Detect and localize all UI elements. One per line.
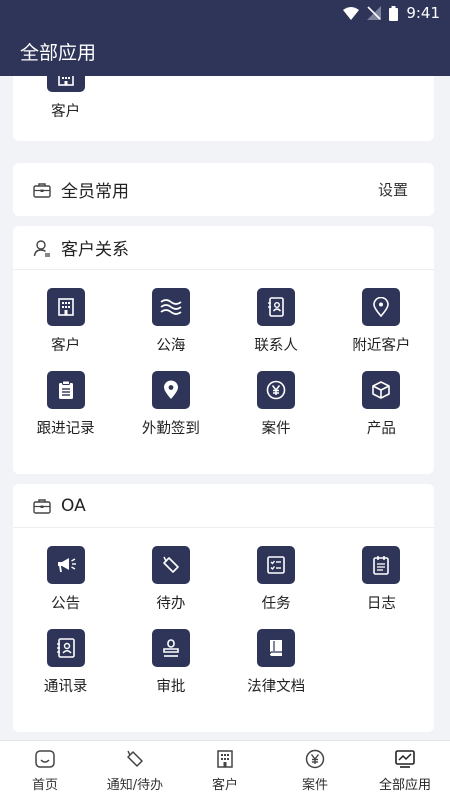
megaphone-icon [46, 546, 85, 584]
book-icon [257, 629, 296, 667]
app-item-follow-up-records[interactable]: 跟进记录 [13, 371, 118, 438]
customer-relations-card: 客户关系 客户 公海 联系人 附近客户 跟进记录 外勤签到 案件 产品 [13, 226, 434, 474]
tab-cases[interactable]: 案件 [270, 741, 360, 800]
yen-coin-icon [257, 371, 296, 409]
checklist-icon [257, 546, 296, 584]
wifi-icon [343, 6, 360, 20]
no-signal-icon [367, 6, 382, 20]
tag-icon [127, 750, 143, 767]
app-item-label: 联系人 [254, 338, 298, 354]
app-item-field-check-in[interactable]: 外勤签到 [118, 371, 223, 438]
app-item-products[interactable]: 产品 [329, 371, 434, 438]
yen-coin-icon [305, 749, 325, 768]
app-bar: 全部应用 [0, 26, 450, 76]
app-item-label: 待办 [156, 596, 186, 612]
tab-customers[interactable]: 客户 [180, 741, 270, 800]
tab-label: 全部应用 [378, 777, 431, 793]
location-pin-icon [362, 288, 401, 326]
location-pin-icon [151, 371, 190, 409]
oa-card: OA 公告 待办 任务 日志 通讯录 审批 法律文档 [13, 484, 434, 732]
app-item-label: 公告 [51, 596, 81, 612]
app-item-label: 法律文档 [247, 679, 306, 695]
building-icon [46, 288, 85, 326]
app-item-label: 客户 [51, 104, 81, 120]
battery-icon [389, 5, 399, 21]
app-item-public-sea[interactable]: 公海 [118, 288, 223, 355]
partial-card: 客户 [13, 76, 434, 141]
common-apps-card: 全员常用 设置 [13, 163, 434, 216]
app-item-announcements[interactable]: 公告 [13, 546, 118, 613]
app-item-label: 公海 [156, 338, 186, 354]
briefcase-icon [33, 497, 51, 515]
waves-icon [151, 288, 190, 326]
app-item-label: 附近客户 [352, 338, 411, 354]
app-item-label: 产品 [366, 421, 396, 437]
app-item-approval[interactable]: 审批 [118, 629, 223, 696]
app-item-label: 客户 [51, 338, 81, 354]
box-icon [362, 371, 401, 409]
customer-relations-header: 客户关系 [13, 226, 434, 270]
app-item-contacts[interactable]: 联系人 [224, 288, 329, 355]
section-title: 客户关系 [61, 240, 129, 260]
app-item-label: 跟进记录 [36, 421, 95, 437]
section-title: 全员常用 [61, 182, 129, 202]
section-title: OA [61, 495, 86, 516]
app-item-logs[interactable]: 日志 [329, 546, 434, 613]
building-icon [217, 749, 233, 768]
home-icon [35, 749, 55, 768]
status-bar: 9:41 [0, 0, 450, 26]
tab-label: 案件 [301, 777, 328, 793]
app-item-legal-documents[interactable]: 法律文档 [224, 629, 329, 696]
tag-icon [151, 546, 190, 584]
app-item-label: 任务 [261, 596, 291, 612]
app-item-todo[interactable]: 待办 [118, 546, 223, 613]
clipboard-icon [46, 371, 85, 409]
app-item-customer[interactable]: 客户 [13, 288, 118, 355]
tab-notifications-todo[interactable]: 通知/待办 [90, 741, 180, 800]
apps-monitor-icon [395, 749, 415, 768]
app-item-label: 外勤签到 [141, 421, 200, 437]
app-item-cases[interactable]: 案件 [224, 371, 329, 438]
contact-card-icon [46, 629, 85, 667]
oa-header: OA [13, 484, 434, 528]
building-icon [46, 76, 85, 92]
common-apps-header: 全员常用 设置 [13, 163, 434, 216]
tab-label: 通知/待办 [106, 777, 164, 793]
app-item-customer-top[interactable]: 客户 [13, 76, 118, 121]
app-item-address-book[interactable]: 通讯录 [13, 629, 118, 696]
app-item-label: 通讯录 [43, 679, 88, 695]
app-item-label: 日志 [366, 596, 396, 612]
page-title: 全部应用 [20, 41, 97, 64]
app-item-label: 审批 [156, 679, 186, 695]
tab-label: 客户 [211, 777, 238, 793]
app-item-label: 案件 [261, 421, 291, 437]
app-item-tasks[interactable]: 任务 [224, 546, 329, 613]
briefcase-icon [33, 181, 51, 199]
user-icon [33, 239, 51, 257]
settings-button[interactable]: 设置 [378, 179, 408, 200]
scroll-content[interactable]: 客户 全员常用 设置 客户关系 客户 公海 联系人 附近客户 跟进记录 外勤签到… [0, 76, 450, 740]
stamp-icon [151, 629, 190, 667]
tab-label: 首页 [31, 777, 58, 793]
contact-book-icon [257, 288, 296, 326]
bottom-tab-bar: 首页 通知/待办 客户 案件 全部应用 [0, 740, 450, 800]
status-time: 9:41 [406, 4, 440, 22]
calendar-notes-icon [362, 546, 401, 584]
tab-all-apps[interactable]: 全部应用 [360, 741, 450, 800]
tab-home[interactable]: 首页 [0, 741, 90, 800]
app-item-nearby-customers[interactable]: 附近客户 [329, 288, 434, 355]
